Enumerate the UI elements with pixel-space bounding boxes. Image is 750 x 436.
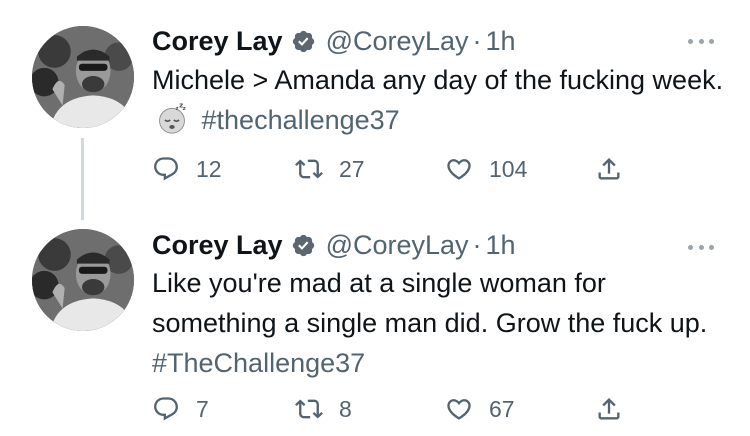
- author-name[interactable]: Corey Lay: [152, 26, 283, 57]
- avatar-photo: [32, 26, 134, 128]
- share-button[interactable]: [595, 394, 623, 424]
- reply-button[interactable]: 12: [152, 154, 222, 184]
- separator-dot: ·: [472, 25, 482, 56]
- tweet-text-content: Like you're mad at a single woman for so…: [152, 268, 708, 338]
- like-count: 67: [489, 395, 515, 422]
- share-button[interactable]: [595, 154, 623, 184]
- tweet-header: Corey Lay @CoreyLay · 1h: [152, 24, 516, 58]
- reply-icon: [154, 397, 178, 421]
- hashtag-link[interactable]: #TheChallenge37: [152, 348, 365, 378]
- author-handle[interactable]: @CoreyLay: [326, 26, 469, 57]
- verified-badge-icon: [292, 30, 314, 52]
- like-count: 104: [489, 155, 528, 182]
- retweet-icon: [295, 159, 323, 179]
- share-icon: [598, 398, 620, 420]
- retweet-icon: [295, 399, 323, 419]
- tweet-header: Corey Lay @CoreyLay · 1h: [152, 228, 516, 262]
- more-options-icon[interactable]: [688, 243, 714, 251]
- thread-line: [81, 138, 84, 220]
- timestamp[interactable]: 1h: [486, 26, 516, 57]
- like-button[interactable]: 67: [445, 394, 515, 424]
- reply-count: 7: [196, 395, 209, 422]
- retweet-button[interactable]: 8: [295, 394, 352, 424]
- retweet-button[interactable]: 27: [295, 154, 365, 184]
- svg-text:z: z: [176, 106, 179, 112]
- svg-text:z: z: [183, 106, 186, 112]
- reply-icon: [154, 157, 178, 181]
- tweet[interactable]: Corey Lay @CoreyLay · 1h Michele > Amand…: [0, 0, 750, 220]
- tweet-actions: 12 27 104: [152, 154, 652, 184]
- like-icon: [447, 399, 471, 420]
- tweet-text-content: Michele > Amanda any day of the fucking …: [152, 65, 724, 95]
- like-button[interactable]: 104: [445, 154, 527, 184]
- sleeping-face-emoji: z z z: [159, 103, 186, 134]
- retweet-count: 8: [339, 395, 352, 422]
- more-options-icon[interactable]: [688, 37, 714, 45]
- like-icon: [447, 159, 471, 180]
- tweet-text: Like you're mad at a single woman for so…: [152, 263, 732, 383]
- retweet-count: 27: [339, 155, 365, 182]
- timestamp[interactable]: 1h: [486, 230, 516, 261]
- author-handle[interactable]: @CoreyLay: [326, 230, 469, 261]
- tweet[interactable]: Corey Lay @CoreyLay · 1h Like you're mad…: [0, 215, 750, 436]
- tweet-actions: 7 8 67: [152, 394, 652, 424]
- separator-dot: ·: [472, 229, 482, 260]
- avatar-photo: [32, 229, 134, 331]
- hashtag-link[interactable]: #thechallenge37: [202, 105, 400, 135]
- avatar[interactable]: [32, 26, 134, 128]
- tweet-text: Michele > Amanda any day of the fucking …: [152, 60, 732, 140]
- verified-badge-icon: [292, 234, 314, 256]
- share-icon: [598, 158, 620, 180]
- avatar[interactable]: [32, 229, 134, 331]
- reply-count: 12: [196, 155, 222, 182]
- reply-button[interactable]: 7: [152, 394, 209, 424]
- author-name[interactable]: Corey Lay: [152, 230, 283, 261]
